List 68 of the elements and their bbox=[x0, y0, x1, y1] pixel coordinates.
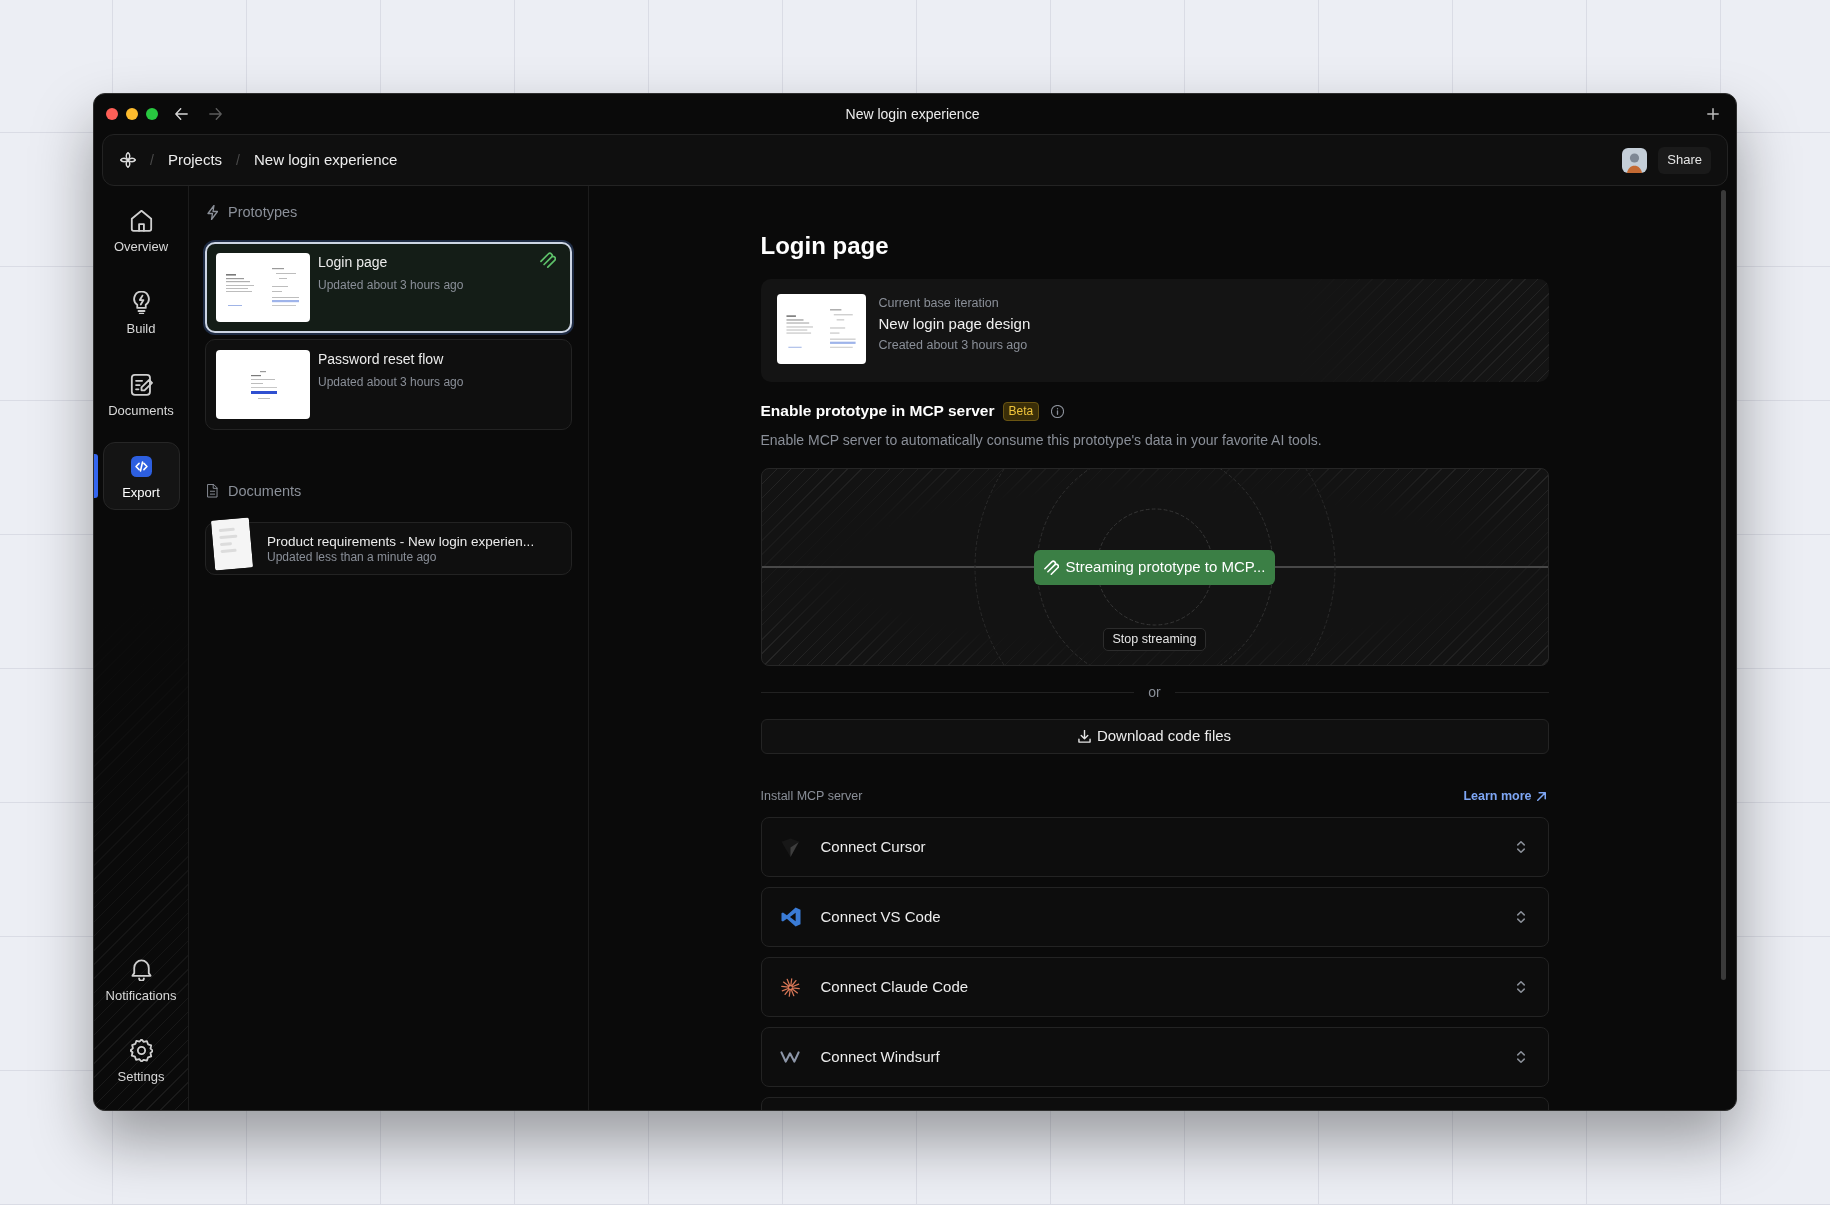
document-title: Product requirements - New login experien... bbox=[267, 532, 536, 550]
section-heading: Prototypes bbox=[228, 203, 298, 221]
iteration-name: New login page design bbox=[878, 314, 1031, 334]
connect-row[interactable]: Connect VS Code bbox=[760, 887, 1549, 947]
nav-item[interactable]: Build bbox=[102, 278, 180, 346]
updated-time: Updated less than a minute ago bbox=[267, 549, 438, 565]
section-heading: Documents bbox=[228, 482, 302, 500]
download-button[interactable]: Download code files bbox=[760, 719, 1549, 754]
home-icon bbox=[129, 209, 153, 232]
nav-item[interactable]: Documents bbox=[102, 360, 180, 428]
description-text: Enable MCP server to automatically consume this prototype's data in your favorite AI tools. bbox=[760, 431, 1323, 450]
document-icon bbox=[207, 484, 218, 498]
connect-row[interactable]: Connect Claude Code bbox=[760, 957, 1549, 1017]
close-button[interactable] bbox=[106, 108, 118, 120]
squiggle-lines-icon bbox=[1043, 560, 1059, 575]
breadcrumb-separator: / bbox=[150, 150, 154, 170]
minimize-button[interactable] bbox=[126, 108, 138, 120]
section-title: Enable prototype in MCP server bbox=[760, 401, 995, 421]
iteration-label: Current base iteration bbox=[878, 295, 1000, 311]
settings-icon bbox=[129, 1039, 153, 1062]
code-icon bbox=[130, 456, 152, 477]
logo-icon[interactable] bbox=[120, 152, 136, 168]
user-avatar bbox=[1622, 147, 1648, 173]
nav-item[interactable]: Notifications bbox=[102, 945, 180, 1013]
paper-sheet-drawing bbox=[210, 517, 254, 571]
section-label: Install MCP server bbox=[760, 787, 863, 805]
updated-time: Updated about 3 hours ago bbox=[318, 277, 464, 293]
stop-streaming-button[interactable]: Stop streaming bbox=[1103, 628, 1206, 651]
beta-badge: Beta bbox=[1002, 401, 1040, 421]
ribbon-logo-icon bbox=[780, 907, 801, 927]
divider-label: or bbox=[1148, 682, 1161, 702]
wave-w-icon bbox=[780, 1051, 801, 1063]
active-indicator bbox=[94, 454, 98, 498]
chevron-up-down-icon bbox=[1516, 981, 1525, 993]
created-time: Created about 3 hours ago bbox=[878, 337, 1029, 353]
back-arrow-icon[interactable] bbox=[175, 108, 188, 120]
breadcrumb-link[interactable]: Projects bbox=[167, 148, 223, 172]
cube-arrow-icon bbox=[781, 837, 800, 857]
pencil-note-icon bbox=[129, 373, 153, 396]
starburst-icon bbox=[781, 977, 800, 997]
streaming-button[interactable]: Streaming prototype to MCP... bbox=[1033, 550, 1276, 585]
share-button[interactable]: Share bbox=[1658, 146, 1711, 174]
scrollbar-thumb[interactable] bbox=[1721, 190, 1726, 980]
nav-item[interactable]: Export bbox=[102, 442, 180, 510]
connect-row[interactable]: Connect Windsurf bbox=[760, 1027, 1549, 1087]
arrow-up-right-icon bbox=[1536, 791, 1546, 801]
page-title: Login page bbox=[760, 231, 890, 261]
breadcrumb-link[interactable]: New login experience bbox=[253, 148, 398, 172]
chevron-up-down-icon bbox=[1516, 1051, 1525, 1063]
info-icon[interactable] bbox=[1051, 404, 1065, 418]
connect-row[interactable]: Connect Cursor bbox=[760, 817, 1549, 877]
download-icon bbox=[1077, 730, 1091, 743]
prototype-card[interactable]: Login page Updated about 3 hours ago bbox=[205, 242, 572, 333]
learn-more-link[interactable]: Learn more bbox=[1463, 786, 1546, 806]
prototype-title: Login page bbox=[318, 253, 389, 271]
zoom-button[interactable] bbox=[146, 108, 158, 120]
chevron-up-down-icon bbox=[1516, 841, 1525, 853]
nav-item[interactable]: Overview bbox=[102, 196, 180, 264]
plus-icon[interactable] bbox=[1707, 108, 1719, 120]
chevron-up-down-icon bbox=[1516, 911, 1525, 923]
prototype-title: Password reset flow bbox=[318, 350, 445, 368]
bolt-icon bbox=[207, 204, 218, 220]
updated-time: Updated about 3 hours ago bbox=[318, 374, 464, 390]
breadcrumb-separator: / bbox=[236, 150, 240, 170]
nav-item[interactable]: Settings bbox=[102, 1026, 180, 1094]
window-title: New login experience bbox=[845, 104, 980, 124]
prototype-card[interactable]: Password reset flow Updated about 3 hours ago bbox=[205, 339, 572, 430]
bell-icon bbox=[129, 958, 153, 981]
